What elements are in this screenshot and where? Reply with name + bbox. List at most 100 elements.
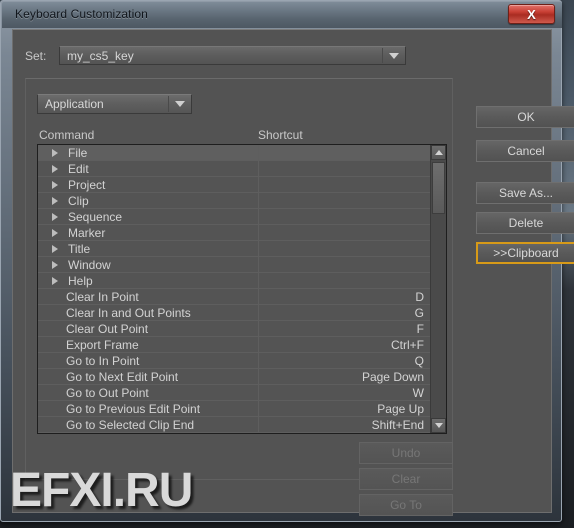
table-row[interactable]: Go to Next Edit Point Page Down [38, 369, 430, 385]
table-row[interactable]: Go to In Point Q [38, 353, 430, 369]
close-icon: X [527, 6, 536, 22]
triangle-up-icon [434, 150, 443, 155]
command-category-dropdown[interactable]: Application [37, 94, 192, 114]
column-divider [258, 289, 259, 304]
scroll-down-button[interactable] [431, 418, 446, 433]
shortcut-label: Page Down [361, 370, 424, 384]
table-row[interactable]: Go to Out Point W [38, 385, 430, 401]
command-label: Go to In Point [66, 354, 140, 368]
command-category-value: Application [45, 97, 104, 111]
expand-triangle-icon[interactable] [52, 181, 58, 189]
table-row[interactable]: Sequence [38, 209, 430, 225]
shortcut-label: Shift+End [371, 418, 424, 432]
command-label: Clip [68, 194, 89, 208]
set-label: Set: [25, 49, 47, 63]
close-button[interactable]: X [508, 4, 555, 24]
expand-triangle-icon[interactable] [52, 165, 58, 173]
table-row[interactable]: Clear In Point D [38, 289, 430, 305]
save-as-button[interactable]: Save As... [476, 182, 574, 204]
command-label: File [68, 146, 88, 160]
table-row[interactable]: Project [38, 177, 430, 193]
command-label: Export Frame [66, 338, 139, 352]
command-label: Sequence [68, 210, 123, 224]
table-row[interactable]: File [38, 145, 430, 161]
column-divider [258, 321, 259, 336]
column-divider [258, 337, 259, 352]
dialog-content: Set: my_cs5_key Application Command Shor… [12, 29, 574, 516]
command-label: Edit [68, 162, 89, 176]
commands-list-rows: File Edit Project Clip Sequence Marker Title Wi… [38, 145, 430, 433]
clear-button[interactable]: Clear [359, 468, 453, 490]
column-divider [258, 417, 259, 432]
keyboard-set-row: Set: my_cs5_key [25, 46, 525, 66]
shortcut-label: D [415, 290, 424, 304]
table-row[interactable]: Clear In and Out Points G [38, 305, 430, 321]
command-label: Go to Previous Edit Point [66, 402, 201, 416]
column-divider [258, 161, 259, 176]
keyboard-set-dropdown[interactable]: my_cs5_key [59, 46, 406, 65]
column-divider [258, 369, 259, 384]
window-title: Keyboard Customization [15, 7, 148, 21]
go-to-button[interactable]: Go To [359, 494, 453, 516]
column-divider [258, 401, 259, 416]
expand-triangle-icon[interactable] [52, 197, 58, 205]
shortcut-label: Page Up [377, 402, 424, 416]
command-label: Clear In Point [66, 290, 139, 304]
command-label: Go to Out Point [66, 386, 149, 400]
command-label: Go to Selected Clip End [66, 418, 195, 432]
command-label: Marker [68, 226, 106, 240]
command-label: Help [68, 274, 93, 288]
ok-button[interactable]: OK [476, 106, 574, 128]
table-row[interactable]: Clear Out Point F [38, 321, 430, 337]
table-row[interactable]: Edit [38, 161, 430, 177]
commands-list[interactable]: File Edit Project Clip Sequence Marker Title Wi… [37, 144, 447, 434]
expand-triangle-icon[interactable] [52, 261, 58, 269]
shortcut-label: F [416, 322, 424, 336]
table-row[interactable]: Help [38, 273, 430, 289]
expand-triangle-icon[interactable] [52, 229, 58, 237]
scrollbar-thumb[interactable] [432, 162, 445, 214]
table-row[interactable]: Marker [38, 225, 430, 241]
shortcut-label: Ctrl+F [391, 338, 424, 352]
column-divider [258, 385, 259, 400]
column-divider [258, 145, 259, 160]
command-label: Clear In and Out Points [66, 306, 191, 320]
chevron-down-icon [168, 96, 190, 112]
triangle-down-icon [434, 423, 443, 428]
undo-button[interactable]: Undo [359, 442, 453, 464]
column-divider [258, 241, 259, 256]
keyboard-set-value: my_cs5_key [67, 49, 134, 63]
cancel-button[interactable]: Cancel [476, 140, 574, 162]
command-label: Go to Next Edit Point [66, 370, 179, 384]
clipboard-button[interactable]: >>Clipboard [476, 242, 574, 264]
table-row[interactable]: Window [38, 257, 430, 273]
column-divider [258, 177, 259, 192]
shortcut-label: Q [414, 354, 424, 368]
command-label: Project [68, 178, 106, 192]
table-row[interactable]: Go to Selected Clip End Shift+End [38, 417, 430, 433]
commands-list-scrollbar[interactable] [430, 145, 446, 433]
expand-triangle-icon[interactable] [52, 149, 58, 157]
column-header-command: Command [39, 128, 95, 142]
column-divider [258, 273, 259, 288]
command-label: Title [68, 242, 91, 256]
dialog-window: Keyboard Customization X Set: my_cs5_key [0, 0, 574, 522]
table-row[interactable]: Clip [38, 193, 430, 209]
column-header-shortcut: Shortcut [258, 128, 303, 142]
table-row[interactable]: Go to Previous Edit Point Page Up [38, 401, 430, 417]
column-divider [258, 225, 259, 240]
desktop-background: Keyboard Customization X Set: my_cs5_key [0, 0, 574, 528]
column-divider [258, 193, 259, 208]
shortcut-label: G [414, 306, 424, 320]
title-bar: Keyboard Customization X [2, 2, 562, 28]
expand-triangle-icon[interactable] [52, 277, 58, 285]
expand-triangle-icon[interactable] [52, 213, 58, 221]
table-row[interactable]: Title [38, 241, 430, 257]
scroll-up-button[interactable] [431, 145, 446, 160]
expand-triangle-icon[interactable] [52, 245, 58, 253]
table-row[interactable]: Export Frame Ctrl+F [38, 337, 430, 353]
command-label: Window [68, 258, 111, 272]
delete-button[interactable]: Delete [476, 212, 574, 234]
column-divider [258, 305, 259, 320]
column-divider [258, 209, 259, 224]
